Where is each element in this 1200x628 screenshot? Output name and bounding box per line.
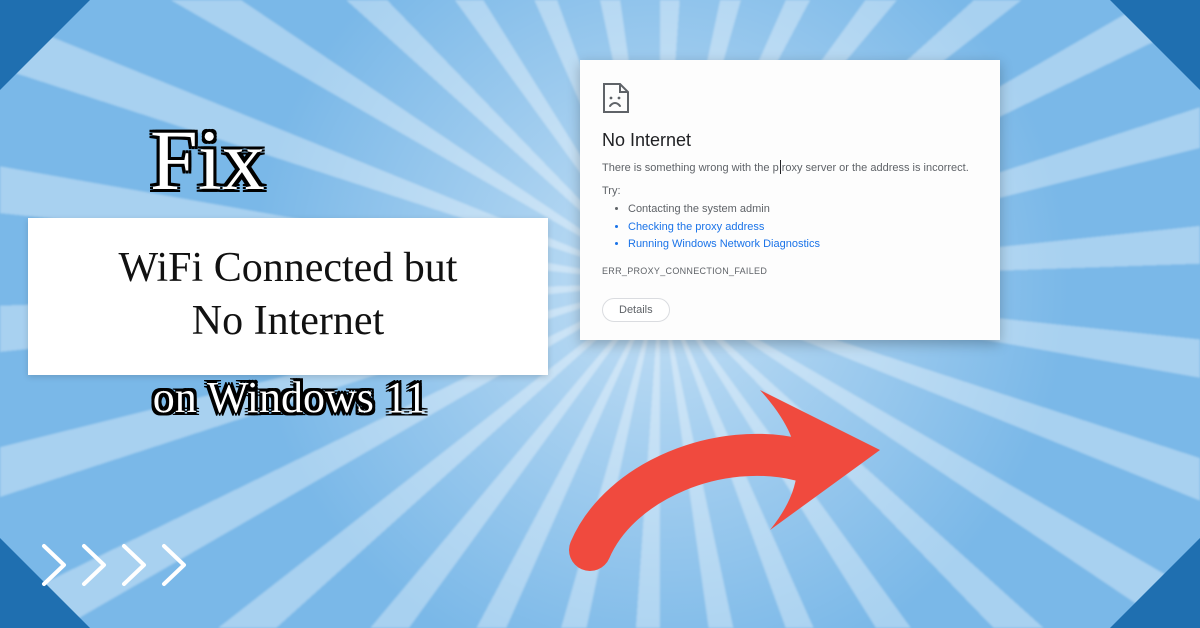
error-title: No Internet [602,130,978,151]
hero-card-line2: No Internet [56,295,520,348]
error-suggestion-link[interactable]: Checking the proxy address [628,219,978,237]
hero-subline: on Windows 11 [70,372,510,423]
details-button[interactable]: Details [602,298,670,322]
hero-fix-label: Fix [150,112,265,208]
error-description: There is something wrong with the proxy … [602,161,978,175]
hero-white-card: WiFi Connected but No Internet [28,218,548,375]
error-suggestion-link[interactable]: Running Windows Network Diagnostics [628,236,978,254]
curved-arrow-icon [560,350,900,610]
corner-triangle-br [1110,538,1200,628]
hero-card-line1: WiFi Connected but [56,242,520,295]
text-cursor-icon [780,160,781,174]
error-suggestion-item: Contacting the system admin [628,201,978,219]
hero-subline-text: on Windows 11 [153,373,427,422]
chevrons-decoration [40,542,196,588]
error-code: ERR_PROXY_CONNECTION_FAILED [602,266,978,276]
sad-page-icon [602,82,630,114]
error-desc-before: There is something wrong with the p [602,162,779,174]
corner-triangle-tl [0,0,90,90]
chevron-right-icon [160,542,196,588]
chevron-right-icon [80,542,116,588]
error-try-label: Try: [602,185,978,197]
corner-triangle-tr [1110,0,1200,90]
browser-error-panel: No Internet There is something wrong wit… [580,60,1000,340]
chevron-right-icon [120,542,156,588]
hero-fix-text: Fix [150,110,265,210]
error-desc-after: roxy server or the address is incorrect. [782,162,969,174]
error-suggestion-list: Contacting the system admin Checking the… [602,201,978,254]
chevron-right-icon [40,542,76,588]
